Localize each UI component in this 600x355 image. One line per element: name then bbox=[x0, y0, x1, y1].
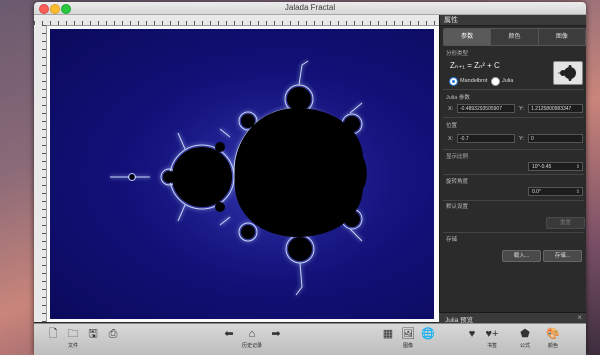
forward-button[interactable]: ➡ bbox=[265, 328, 287, 342]
favorite-button[interactable]: ♥ bbox=[461, 328, 483, 342]
divider bbox=[443, 117, 584, 118]
save-toolbar-button[interactable]: 🖫 bbox=[82, 328, 104, 342]
canvas-area bbox=[47, 26, 439, 322]
rotation-spinner[interactable]: 0.0° ⇕ bbox=[528, 187, 583, 196]
defaults-section-label: 默认设置 bbox=[446, 204, 469, 210]
home-icon: ⌂ bbox=[248, 328, 256, 340]
mandelbrot-radio[interactable] bbox=[449, 77, 458, 86]
home-button[interactable]: ⌂ 历史记录 bbox=[237, 328, 267, 349]
julia-x-field[interactable]: -0.4893293505907 bbox=[457, 104, 515, 113]
divider bbox=[443, 200, 584, 201]
picture-icon: 🖼 bbox=[401, 328, 415, 340]
divider bbox=[443, 149, 584, 150]
tab-colors[interactable]: 颜色 bbox=[491, 29, 539, 45]
horizontal-ruler bbox=[34, 15, 439, 26]
heart-plus-icon: ♥+ bbox=[485, 328, 499, 340]
pos-y-label: Y: bbox=[519, 136, 524, 142]
panel-close-icon[interactable]: × bbox=[444, 14, 584, 23]
grid-icon: ▦ bbox=[382, 328, 394, 340]
save-button[interactable]: 存储... bbox=[543, 250, 582, 262]
divider bbox=[443, 174, 584, 175]
julia-y-label: Y: bbox=[519, 106, 524, 112]
scale-value: 10^-0.45 bbox=[532, 164, 552, 170]
panel-header: 属性 × bbox=[440, 14, 586, 26]
arrow-right-icon: ➡ bbox=[271, 328, 281, 340]
julia-preview-close-icon[interactable]: × bbox=[577, 313, 582, 322]
rotation-section-label: 旋转角度 bbox=[446, 179, 469, 185]
mandelbrot-radio-label: Mandelbrot bbox=[460, 78, 488, 84]
new-document-icon: 🗋 bbox=[48, 328, 58, 340]
julia-preview-bar[interactable]: Julia 预览 × bbox=[439, 312, 586, 324]
julia-radio-label: Julia bbox=[502, 78, 514, 84]
color-toolbar-button[interactable]: 🎨 颜色 bbox=[542, 328, 564, 349]
heart-icon: ♥ bbox=[468, 328, 476, 340]
printer-icon: ⎙ bbox=[108, 328, 118, 340]
mandelbrot-icon: ⬟ bbox=[520, 328, 530, 340]
print-button[interactable]: ⎙ bbox=[102, 328, 124, 342]
divider bbox=[443, 89, 584, 90]
scale-spinner[interactable]: 10^-0.45 ⇕ bbox=[528, 162, 583, 171]
vertical-ruler bbox=[34, 25, 47, 322]
palette-icon: 🎨 bbox=[546, 328, 560, 340]
julia-y-field[interactable]: 1.2125800983347 bbox=[528, 104, 583, 113]
window-title: Jalada Fractal bbox=[284, 3, 336, 12]
formula-text: Zₙ₊₁ = Zₙ² + C bbox=[450, 61, 500, 70]
pos-x-field[interactable]: -0.7 bbox=[457, 134, 515, 143]
folder-icon: 🗀 bbox=[67, 328, 79, 340]
grid-button[interactable]: ▦ bbox=[377, 328, 399, 342]
panel-tabs: 参数 颜色 图像 bbox=[443, 28, 586, 46]
tab-image[interactable]: 图像 bbox=[538, 29, 585, 45]
mandelbrot-image bbox=[110, 54, 420, 304]
formula-picker-button[interactable] bbox=[553, 61, 583, 85]
position-section-label: 位置 bbox=[446, 123, 458, 129]
rotation-value: 0.0° bbox=[532, 189, 541, 195]
formula-toolbar-button[interactable]: ⬟ 公式 bbox=[514, 328, 536, 349]
fractal-canvas[interactable] bbox=[50, 29, 434, 319]
properties-panel: 属性 × 参数 颜色 图像 分形类型 Zₙ₊₁ = Zₙ² + C Mandel… bbox=[439, 14, 586, 322]
globe-button[interactable]: 🌐 bbox=[417, 328, 439, 342]
disk-icon: 🖫 bbox=[88, 328, 98, 340]
bottom-toolbar: 🗋 🗀 文件 🖫 ⎙ ⬅ ⌂ 历史记录 ➡ ▦ 🖼 图像 🌐 ♥ ♥+ 书签 ⬟… bbox=[34, 323, 586, 355]
stepper-icon[interactable]: ⇕ bbox=[576, 163, 580, 172]
file-section-label: 存储 bbox=[446, 237, 458, 243]
app-window: Jalada Fractal 属性 × 参数 颜色 图像 分形类型 Zₙ₊₁ =… bbox=[34, 2, 586, 355]
mandelbrot-thumbnail-icon bbox=[558, 65, 576, 81]
julia-radio[interactable] bbox=[491, 77, 500, 86]
stepper-icon[interactable]: ⇕ bbox=[576, 188, 580, 197]
formula-section-label: 分形类型 bbox=[446, 51, 469, 57]
scale-section-label: 显示比例 bbox=[446, 154, 469, 160]
divider bbox=[443, 232, 584, 233]
reset-button[interactable]: 重置 bbox=[546, 217, 585, 229]
julia-x-label: X: bbox=[448, 106, 454, 112]
new-document-button[interactable]: 🗋 bbox=[42, 328, 64, 342]
globe-icon: 🌐 bbox=[421, 328, 435, 340]
julia-params-label: Julia 参数 bbox=[446, 95, 470, 101]
open-button[interactable]: 🗀 文件 bbox=[62, 328, 84, 349]
bookmark-add-button[interactable]: ♥+ 书签 bbox=[481, 328, 503, 349]
image-button[interactable]: 🖼 图像 bbox=[397, 328, 419, 349]
tab-parameters[interactable]: 参数 bbox=[444, 29, 492, 45]
load-button[interactable]: 载入... bbox=[502, 250, 541, 262]
pos-x-label: X: bbox=[448, 136, 454, 142]
pos-y-field[interactable]: 0 bbox=[528, 134, 583, 143]
